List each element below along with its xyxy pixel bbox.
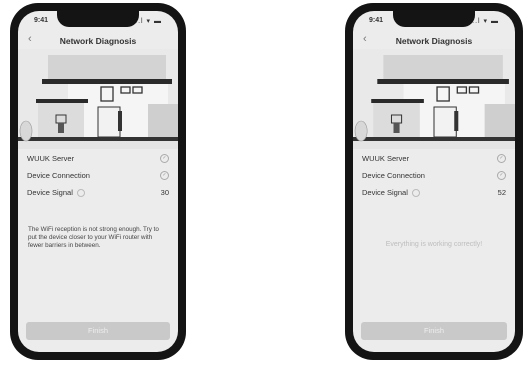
row-label: Device Connection [362, 171, 425, 180]
status-time: 9:41 [34, 17, 49, 24]
check-circle-icon: ✓ [497, 154, 506, 163]
finish-button[interactable]: Finish [26, 322, 170, 340]
phone-notch [393, 11, 475, 27]
row-label-wrapper: Device Signal [27, 188, 85, 197]
row-label: Device Signal [362, 187, 408, 197]
phone-notch [57, 11, 139, 27]
house-illustration [18, 49, 178, 149]
list-item: WUUK Server ✓ [353, 150, 515, 167]
phone-frame-left: 9:41 ..l ▾ ▬ ‹ Network Diagnosis WUUK Se… [10, 3, 186, 360]
list-item: Device Signal 52 [353, 184, 515, 201]
chevron-left-icon[interactable]: ‹ [363, 31, 367, 47]
status-time: 9:41 [369, 17, 384, 24]
diagnosis-message: Everything is working correctly! [385, 241, 483, 248]
list-item: WUUK Server ✓ [18, 150, 178, 167]
page-title: Network Diagnosis [59, 36, 137, 46]
diagnosis-list: WUUK Server ✓ Device Connection ✓ Device… [353, 150, 515, 201]
check-circle-icon: ✓ [497, 171, 506, 180]
finish-button[interactable]: Finish [361, 322, 507, 340]
nav-bar: ‹ Network Diagnosis [18, 31, 178, 47]
check-circle-icon: ✓ [160, 154, 169, 163]
list-item: Device Connection ✓ [353, 167, 515, 184]
status-icons: ..l ▾ ▬ [472, 18, 499, 25]
nav-bar: ‹ Network Diagnosis [353, 31, 515, 47]
list-item: Device Connection ✓ [18, 167, 178, 184]
row-label: Device Signal [27, 187, 73, 197]
diagnosis-message: The WiFi reception is not strong enough.… [28, 226, 159, 249]
list-item: Device Signal 30 [18, 184, 178, 201]
signal-value: 30 [160, 188, 169, 197]
chevron-left-icon[interactable]: ‹ [28, 31, 32, 47]
house-illustration [353, 49, 515, 149]
page-title: Network Diagnosis [395, 36, 473, 46]
row-label: Device Connection [27, 171, 90, 180]
phone-screen: 9:41 ..l ▾ ▬ ‹ Network Diagnosis WUUK Se… [18, 11, 178, 352]
phone-screen: 9:41 ..l ▾ ▬ ‹ Network Diagnosis WUUK Se… [353, 11, 515, 352]
row-label-wrapper: Device Signal [362, 188, 420, 197]
info-icon[interactable] [411, 189, 420, 197]
phone-frame-right: 9:41 ..l ▾ ▬ ‹ Network Diagnosis WUUK Se… [345, 3, 523, 360]
info-icon[interactable] [76, 189, 85, 197]
row-label: WUUK Server [362, 154, 410, 163]
check-circle-icon: ✓ [160, 171, 169, 180]
diagnosis-list: WUUK Server ✓ Device Connection ✓ Device… [18, 150, 178, 201]
status-icons: ..l ▾ ▬ [135, 18, 162, 25]
row-label: WUUK Server [27, 154, 75, 163]
signal-value: 52 [497, 188, 506, 197]
